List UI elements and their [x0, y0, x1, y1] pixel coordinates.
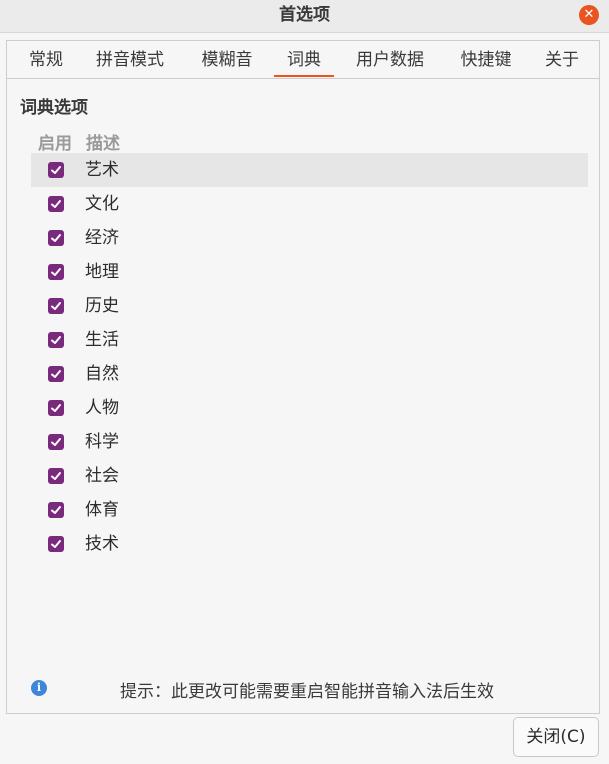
list-item[interactable]: 生活 — [31, 323, 588, 357]
checkbox[interactable] — [48, 468, 64, 484]
list-item[interactable]: 科学 — [31, 425, 588, 459]
checkbox[interactable] — [48, 400, 64, 416]
list-item[interactable]: 人物 — [31, 391, 588, 425]
section-title: 词典选项 — [20, 98, 88, 118]
list-item-label: 地理 — [85, 262, 119, 282]
list-item-label: 经济 — [85, 228, 119, 248]
hint-text: 提示：此更改可能需要重启智能拼音输入法后生效 — [120, 682, 494, 702]
tab-bar: 常规 拼音模式 模糊音 词典 用户数据 快捷键 关于 — [7, 41, 599, 79]
list-item-label: 艺术 — [85, 160, 119, 180]
list-item[interactable]: 技术 — [31, 527, 588, 561]
dictionary-list: 艺术 文化 经济 地理 历史 生活 自然 人物 科学 社会 体育 技术 — [31, 153, 588, 561]
list-item[interactable]: 文化 — [31, 187, 588, 221]
list-item-label: 体育 — [85, 500, 119, 520]
column-header-enable[interactable]: 启用 — [38, 129, 72, 154]
checkbox[interactable] — [48, 536, 64, 552]
checkbox[interactable] — [48, 230, 64, 246]
list-item-label: 技术 — [85, 534, 119, 554]
list-item[interactable]: 历史 — [31, 289, 588, 323]
close-button[interactable]: 关闭(C) — [513, 717, 599, 757]
info-icon: i — [31, 680, 47, 696]
close-icon[interactable]: ✕ — [579, 5, 599, 25]
checkbox[interactable] — [48, 196, 64, 212]
checkbox[interactable] — [48, 332, 64, 348]
window-title: 首选项 — [279, 5, 330, 25]
checkbox[interactable] — [48, 298, 64, 314]
list-item-label: 科学 — [85, 432, 119, 452]
list-item-label: 社会 — [85, 466, 119, 486]
checkbox[interactable] — [48, 162, 64, 178]
column-header-description[interactable]: 描述 — [86, 129, 120, 154]
checkbox[interactable] — [48, 434, 64, 450]
checkbox[interactable] — [48, 502, 64, 518]
list-item-label: 文化 — [85, 194, 119, 214]
list-item[interactable]: 艺术 — [31, 153, 588, 187]
tab-about[interactable]: 关于 — [537, 41, 587, 77]
tab-notebook: 常规 拼音模式 模糊音 词典 用户数据 快捷键 关于 词典选项 启用 描述 艺术… — [6, 40, 600, 714]
list-item-label: 生活 — [85, 330, 119, 350]
preferences-window: 首选项 ✕ 常规 拼音模式 模糊音 词典 用户数据 快捷键 关于 词典选项 启用… — [0, 0, 609, 764]
tab-user-data[interactable]: 用户数据 — [350, 41, 430, 77]
tab-pinyin-mode[interactable]: 拼音模式 — [90, 41, 170, 77]
list-item-label: 人物 — [85, 398, 119, 418]
list-item[interactable]: 社会 — [31, 459, 588, 493]
list-item-label: 自然 — [85, 364, 119, 384]
tab-shortcuts[interactable]: 快捷键 — [453, 41, 519, 77]
tab-fuzzy[interactable]: 模糊音 — [193, 41, 261, 77]
list-item[interactable]: 地理 — [31, 255, 588, 289]
list-item[interactable]: 体育 — [31, 493, 588, 527]
title-bar: 首选项 ✕ — [0, 0, 609, 33]
list-item[interactable]: 经济 — [31, 221, 588, 255]
checkbox[interactable] — [48, 366, 64, 382]
list-item[interactable]: 自然 — [31, 357, 588, 391]
list-item-label: 历史 — [85, 296, 119, 316]
tab-dictionary[interactable]: 词典 — [274, 41, 334, 77]
checkbox[interactable] — [48, 264, 64, 280]
tab-general[interactable]: 常规 — [16, 41, 76, 77]
